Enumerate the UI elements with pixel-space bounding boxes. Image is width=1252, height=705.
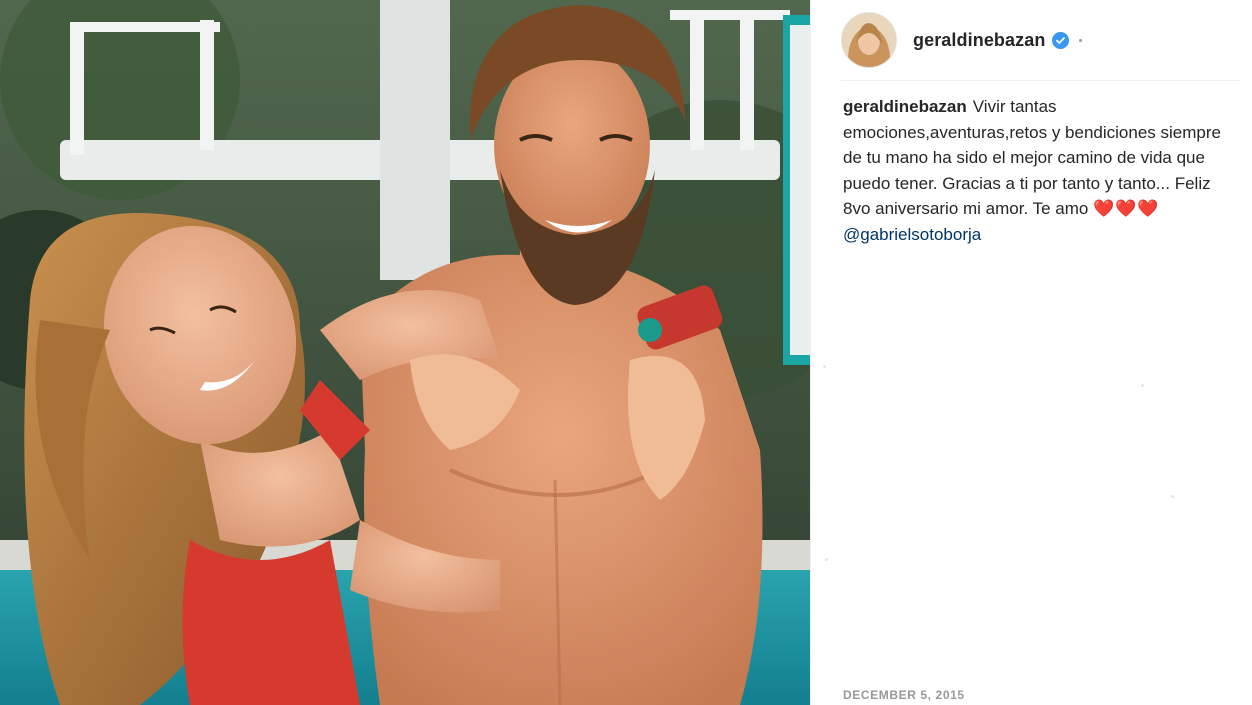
post-caption: geraldinebazan Vivir tantas emociones,ave…: [843, 94, 1223, 248]
couple-photo-illustration: [0, 0, 810, 705]
header-separator-dot: [1079, 38, 1083, 42]
heart-icon: ❤️❤️❤️: [1093, 199, 1160, 219]
panel-speck: [823, 365, 826, 368]
post-photo[interactable]: [0, 0, 810, 705]
panel-speck: [825, 558, 828, 561]
avatar[interactable]: [841, 12, 897, 68]
avatar-image: [842, 13, 896, 67]
caption-mention-link[interactable]: @gabrielsotoborja: [843, 222, 1223, 248]
post-side-panel: geraldinebazan geraldinebazan Vivir tanta…: [810, 0, 1252, 705]
panel-speck: [1171, 495, 1174, 498]
header-username[interactable]: geraldinebazan: [913, 30, 1045, 51]
post-header: geraldinebazan: [841, 0, 1241, 81]
post-date[interactable]: DECEMBER 5, 2015: [843, 688, 965, 702]
verified-badge-icon: [1052, 31, 1070, 49]
panel-speck: [1141, 384, 1144, 387]
caption-username[interactable]: geraldinebazan: [843, 97, 967, 116]
instagram-post: geraldinebazan geraldinebazan Vivir tanta…: [0, 0, 1252, 705]
